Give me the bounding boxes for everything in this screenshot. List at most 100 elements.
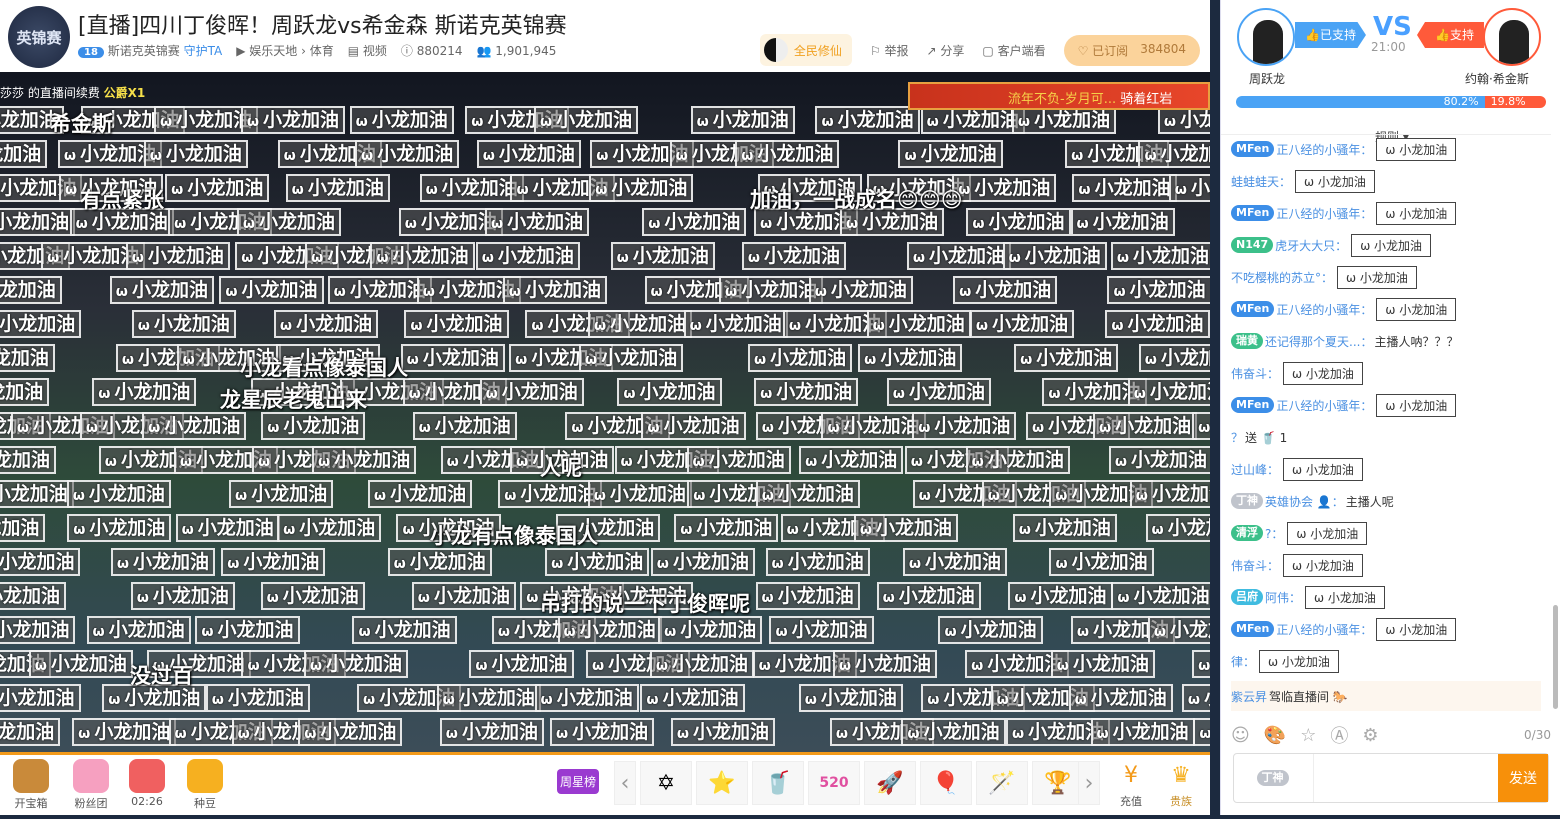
emote-icon: ω xyxy=(402,522,414,538)
gift-item[interactable]: 🥤 xyxy=(752,761,804,805)
danmaku-text: 小龙加油 xyxy=(1130,279,1206,301)
video-player[interactable]: 莎莎 的直播间续费 公爵X1 流年不负-岁月可... 骑着红岩 ω小龙加油ω小龙… xyxy=(0,72,1210,752)
chat-username[interactable]: 正八经的小骚年： xyxy=(1276,621,1372,638)
chat-username[interactable]: 正八经的小骚年： xyxy=(1276,397,1372,414)
chat-scrollbar[interactable] xyxy=(1553,605,1558,709)
danmaku-setting-icon[interactable]: ⚙ xyxy=(1362,725,1378,746)
bottom-item[interactable]: 粉丝团 xyxy=(66,759,116,811)
emote-icon: ω xyxy=(836,726,848,742)
emote-icon: ω xyxy=(873,318,885,334)
char-count: 0/30 xyxy=(1524,728,1551,742)
chat-username[interactable]: 伟奋斗： xyxy=(1231,557,1279,574)
gift-item[interactable]: 🎈 xyxy=(920,761,972,805)
gift-item[interactable]: ✡ xyxy=(640,761,692,805)
danmaku-text: 小龙加油 xyxy=(1093,211,1169,233)
danmaku-text: 小龙加油 xyxy=(218,619,294,641)
danmaku-item: ω小龙加油 xyxy=(165,174,269,202)
noble-button[interactable]: ♛贵族 xyxy=(1156,759,1206,809)
chat-message: 伟奋斗：ω 小龙加油 xyxy=(1231,361,1363,385)
chat-message: MFen正八经的小骚年：ω 小龙加油 xyxy=(1231,201,1456,225)
danmaku-text: 小龙加油 xyxy=(988,449,1064,471)
emoji-icon[interactable]: ☺ xyxy=(1231,725,1250,746)
chat-input[interactable] xyxy=(1314,754,1498,802)
bottom-item[interactable]: 开宝箱 xyxy=(6,759,56,811)
subcategory-link[interactable]: 体育 xyxy=(310,44,334,58)
danmaku-text: 小龙加油 xyxy=(502,381,578,403)
guard-link[interactable]: 守护TA xyxy=(184,44,223,58)
client-button[interactable]: ▢ 客户端看 xyxy=(982,42,1045,59)
star-icon[interactable]: ☆ xyxy=(1300,725,1316,746)
gift-item[interactable]: ⭐ xyxy=(696,761,748,805)
fan-badge-selector[interactable]: 丁神 xyxy=(1234,754,1314,802)
danmaku-item: ω小龙加油 xyxy=(1169,174,1210,202)
chat-username[interactable]: 正八经的小骚年： xyxy=(1276,141,1372,158)
chat-username[interactable]: 不吃樱桃的苏立°： xyxy=(1231,269,1333,286)
share-button[interactable]: ↗ 分享 xyxy=(927,42,965,59)
chat-username[interactable]: 还记得那个夏天...： xyxy=(1265,333,1372,350)
channel-name[interactable]: 斯诺克英锦赛 xyxy=(108,44,180,58)
chat-username[interactable]: 阿伟： xyxy=(1265,589,1301,606)
report-button[interactable]: ⚐ 举报 xyxy=(870,42,909,59)
danmaku-item: ω小龙加油 xyxy=(126,242,230,270)
danmaku-item: ω小龙加油 xyxy=(833,650,937,678)
danmaku-item: ω小龙加油 xyxy=(0,480,74,508)
danmaku-item: ω小龙加油 xyxy=(1128,378,1210,406)
danmaku-item: ω小龙加油 xyxy=(274,310,378,338)
danmaku-text: 小龙加油 xyxy=(876,517,952,539)
chat-username[interactable]: ？ xyxy=(1231,429,1243,446)
danmaku-item: ω小龙加油 xyxy=(970,310,1074,338)
danmaku-text: 小龙加油 xyxy=(961,619,1037,641)
send-button[interactable]: 发送 xyxy=(1498,754,1548,802)
weekstar-button[interactable]: 周星榜 xyxy=(557,769,599,794)
subscribe-button[interactable]: ♡ 已订阅384804 xyxy=(1064,35,1200,66)
support-left-button[interactable]: 👍已支持 xyxy=(1295,22,1366,48)
player-left-avatar[interactable] xyxy=(1237,8,1295,66)
danmaku-text: 小龙加油 xyxy=(640,381,716,403)
chat-username[interactable]: 过山峰： xyxy=(1231,461,1279,478)
danmaku-text: 小龙加油 xyxy=(0,585,60,607)
danmaku-text: 小龙加油 xyxy=(1161,347,1210,369)
channel-logo[interactable]: 英锦赛 xyxy=(8,6,70,68)
chat-username[interactable]: 伟奋斗： xyxy=(1231,365,1279,382)
danmaku-item: ω小龙加油 xyxy=(1146,514,1210,542)
font-icon[interactable]: Ⓐ xyxy=(1330,722,1348,748)
bottom-item[interactable]: 02:26 xyxy=(122,759,172,808)
emote-icon: ω xyxy=(1175,182,1187,198)
fan-badge: MFen xyxy=(1231,301,1274,317)
client-label: 客户端看 xyxy=(998,44,1046,58)
gift-prev-arrow[interactable]: ‹ xyxy=(614,761,636,805)
chat-username[interactable]: 律： xyxy=(1231,653,1255,670)
category-link[interactable]: 娱乐天地 xyxy=(249,44,297,58)
danmaku-item: ω小龙加油 xyxy=(687,446,791,474)
gift-item[interactable]: 🏆 xyxy=(1032,761,1084,805)
palette-icon[interactable]: 🎨 xyxy=(1264,725,1286,746)
danmaku-item: ω小龙加油 xyxy=(691,106,795,134)
recharge-button[interactable]: ¥充值 xyxy=(1106,759,1156,809)
category-breadcrumb[interactable]: ▶ 娱乐天地 › 体育 xyxy=(236,42,334,59)
xiu-button[interactable]: 全民修仙 xyxy=(760,34,852,66)
chat-username[interactable]: 蛙蛙蛙天： xyxy=(1231,173,1291,190)
danmaku-text: 小龙加油 xyxy=(921,143,997,165)
bottom-item[interactable]: 种豆 xyxy=(180,759,230,811)
danmaku-text: 小龙加油 xyxy=(498,245,574,267)
danmaku-item: ω小龙加油 xyxy=(640,684,744,712)
emote-icon: ω xyxy=(47,250,59,266)
support-right-button[interactable]: 👍支持 xyxy=(1417,22,1484,48)
chat-username[interactable]: 紫云昇 xyxy=(1231,688,1267,705)
gift-item[interactable]: 🚀 xyxy=(864,761,916,805)
chat-username[interactable]: 正八经的小骚年： xyxy=(1276,301,1372,318)
chat-username[interactable]: 正八经的小骚年： xyxy=(1276,205,1372,222)
emote-icon: ω xyxy=(725,284,737,300)
chat-username[interactable]: ?： xyxy=(1265,525,1283,542)
danmaku-item: ω小龙加油 xyxy=(401,344,505,372)
chat-username[interactable]: 英雄协会 👤： xyxy=(1265,493,1344,510)
gift-next-arrow[interactable]: › xyxy=(1078,761,1100,805)
chat-username[interactable]: 虎牙大大只： xyxy=(1275,237,1347,254)
gift-item[interactable]: 🪄 xyxy=(976,761,1028,805)
emote-icon: ω xyxy=(972,454,984,470)
player-right-avatar[interactable] xyxy=(1483,8,1541,66)
video-link[interactable]: ▤ 视频 xyxy=(348,42,387,59)
emote-icon: ω xyxy=(911,454,923,470)
gift-item[interactable]: 520 xyxy=(808,761,860,805)
chat-message: 丁神英雄协会 👤：主播人呢 xyxy=(1231,489,1394,513)
